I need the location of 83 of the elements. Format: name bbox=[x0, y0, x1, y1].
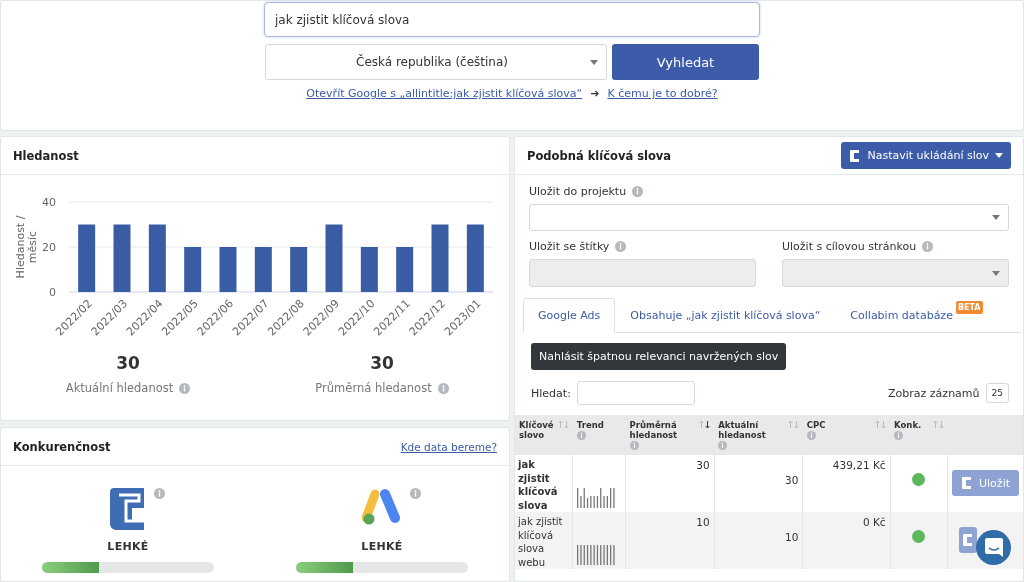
field-label: Uložit se štítky bbox=[529, 240, 610, 253]
trend-sparkline bbox=[577, 486, 618, 508]
trend-sparkline bbox=[577, 543, 618, 565]
settings-dropdown-button[interactable]: Nastavit ukládání slov bbox=[841, 142, 1011, 169]
difficulty-rating: LEHKÉ bbox=[361, 540, 403, 553]
info-icon[interactable] bbox=[437, 382, 449, 394]
c-logo-icon bbox=[849, 148, 862, 163]
table-cell: 30 bbox=[696, 459, 710, 471]
stat-value: 30 bbox=[116, 353, 140, 373]
field-label: Uložit s cílovou stránkou bbox=[782, 240, 917, 253]
table-cell: 439,21 Kč bbox=[832, 459, 886, 471]
info-icon[interactable] bbox=[576, 431, 586, 440]
info-icon[interactable] bbox=[154, 488, 165, 499]
c-logo-icon bbox=[110, 488, 146, 530]
card-title: Konkurenčnost bbox=[13, 439, 111, 454]
table-cell: 10 bbox=[696, 516, 710, 528]
y-tick-label: 0 bbox=[49, 286, 56, 299]
sort-icon[interactable] bbox=[699, 420, 711, 429]
page-size-select[interactable]: 25 bbox=[985, 383, 1009, 403]
tab[interactable]: Obsahuje „jak zjistit klíčová slova“ bbox=[615, 298, 836, 333]
beta-badge: BETA bbox=[955, 301, 983, 314]
caret-icon bbox=[992, 215, 1000, 220]
table-cell: 0 Kč bbox=[862, 516, 886, 528]
card-title: Hledanost bbox=[13, 148, 79, 163]
chat-icon bbox=[984, 538, 1003, 557]
bar bbox=[396, 247, 414, 292]
info-icon[interactable] bbox=[410, 488, 421, 499]
keyword: jak zjistit klíčová slova webu bbox=[518, 516, 563, 568]
filter-label: Hledat: bbox=[531, 386, 571, 400]
page-size-label: Zobraz záznamů bbox=[888, 386, 980, 400]
info-icon[interactable] bbox=[632, 186, 644, 197]
caret-icon bbox=[995, 153, 1003, 158]
save-button[interactable] bbox=[959, 527, 977, 553]
y-axis-title: Hledanost / měsíc bbox=[14, 215, 39, 279]
bar bbox=[184, 247, 202, 292]
caret-icon bbox=[992, 270, 1000, 276]
bar bbox=[360, 247, 378, 292]
bar bbox=[148, 224, 166, 292]
tab[interactable]: Google Ads bbox=[523, 298, 616, 333]
bar bbox=[431, 224, 449, 292]
table-cell: 10 bbox=[785, 531, 799, 543]
tab[interactable]: Collabim databáze BETA bbox=[835, 298, 998, 333]
country-select[interactable]: Česká republika (čeština) bbox=[265, 44, 607, 80]
info-icon[interactable] bbox=[894, 431, 904, 440]
stat-label: Aktuální hledanost bbox=[65, 381, 174, 395]
info-icon[interactable] bbox=[629, 441, 639, 450]
filter-field[interactable] bbox=[576, 381, 695, 405]
info-icon[interactable] bbox=[922, 241, 934, 252]
bar bbox=[78, 224, 96, 292]
info-icon[interactable] bbox=[615, 241, 627, 252]
info-icon[interactable] bbox=[179, 382, 191, 394]
bar bbox=[325, 224, 343, 292]
help-link[interactable]: K čemu je to dobré? bbox=[607, 87, 718, 100]
difficulty-rating: LEHKÉ bbox=[107, 540, 149, 553]
y-tick-label: 40 bbox=[42, 196, 56, 209]
bar bbox=[113, 224, 131, 292]
arrow-icon: ➔ bbox=[590, 87, 600, 100]
column-header[interactable]: Konk. bbox=[894, 420, 922, 430]
bar bbox=[254, 247, 272, 292]
column-header[interactable]: CPC bbox=[806, 420, 826, 430]
search-button[interactable]: Vyhledat bbox=[612, 44, 759, 80]
column-header[interactable]: Trend bbox=[576, 420, 604, 430]
bar bbox=[219, 247, 237, 292]
search-field[interactable]: jak zjistit klíčová slova bbox=[264, 2, 760, 37]
c-logo-icon bbox=[962, 533, 974, 547]
bar bbox=[290, 247, 308, 292]
bar bbox=[466, 224, 484, 292]
project-select[interactable] bbox=[529, 204, 1009, 231]
google-link[interactable]: Otevřít Google s „allintitle:jak zjistit klíčová slova“ bbox=[306, 87, 583, 100]
report-button[interactable]: Nahlásit špatnou relevanci navržených slov bbox=[531, 343, 787, 370]
caret-icon bbox=[590, 59, 598, 65]
field-label: Uložit do projektu bbox=[529, 185, 627, 198]
data-source-link[interactable]: Kde data bereme? bbox=[400, 440, 497, 453]
stat-value: 30 bbox=[370, 353, 394, 373]
a-logo-icon bbox=[362, 488, 402, 526]
y-tick-label: 20 bbox=[42, 241, 56, 254]
stat-label: Průměrná hledanost bbox=[315, 381, 432, 395]
card-title: Podobná klíčová slova bbox=[527, 148, 672, 163]
table-cell: 30 bbox=[785, 474, 799, 486]
c-logo-icon bbox=[961, 476, 973, 490]
info-icon[interactable] bbox=[718, 441, 728, 450]
keyword: jak zjistit klíčová slova bbox=[518, 459, 558, 511]
info-icon[interactable] bbox=[806, 431, 816, 440]
